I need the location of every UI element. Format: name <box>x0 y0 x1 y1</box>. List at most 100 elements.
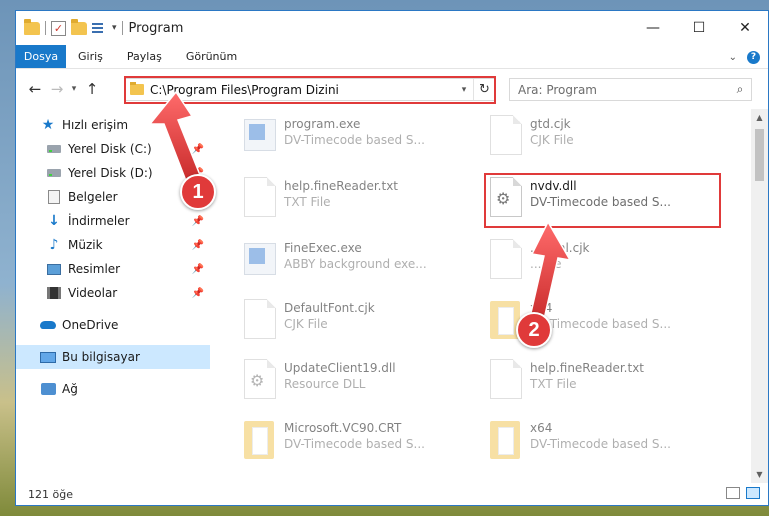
sidebar-item-network[interactable]: Ağ <box>16 377 210 401</box>
file-item-x64-2[interactable]: x64 DV-Timecode based S... <box>484 417 724 469</box>
scroll-thumb[interactable] <box>755 129 764 181</box>
expand-ribbon-icon[interactable]: ⌄ <box>729 52 737 63</box>
tab-share[interactable]: Paylaş <box>115 45 174 68</box>
file-type: TXT File <box>530 377 577 391</box>
callout-badge-2: 2 <box>516 312 552 348</box>
file-name: help.fineReader.txt <box>530 361 644 375</box>
pin-icon[interactable]: 📌 <box>192 264 204 275</box>
onedrive-icon <box>40 318 56 332</box>
divider <box>121 21 123 35</box>
file-name: Microsoft.VC90.CRT <box>284 421 402 435</box>
tab-view[interactable]: Görünüm <box>174 45 249 68</box>
file-type: DV-Timecode based S... <box>530 195 671 209</box>
callout-badge-1: 1 <box>180 174 216 210</box>
list-properties-icon[interactable] <box>92 21 107 36</box>
file-item-microsoft-vc90-crt[interactable]: Microsoft.VC90.CRT DV-Timecode based S..… <box>238 417 478 469</box>
file-item-gtd-cjk[interactable]: gtd.cjk CJK File <box>484 113 724 165</box>
forward-arrow-icon[interactable]: → <box>46 80 68 98</box>
scroll-down-icon[interactable]: ▼ <box>751 466 768 483</box>
sidebar-item-onedrive[interactable]: OneDrive <box>16 313 210 337</box>
customize-dropdown-icon[interactable]: ▾ <box>112 23 117 33</box>
back-arrow-icon[interactable]: ← <box>24 80 46 98</box>
file-name: x64 <box>530 301 553 315</box>
new-folder-icon[interactable] <box>71 18 87 35</box>
file-name: program.exe <box>284 117 361 131</box>
file-item-help-finereader[interactable]: help.fineReader.txt TXT File <box>238 175 478 227</box>
tab-file[interactable]: Dosya <box>16 45 66 68</box>
file-item-defaultfont-cjk[interactable]: DefaultFont.cjk CJK File <box>238 297 478 349</box>
close-button[interactable]: ✕ <box>722 11 768 45</box>
file-name: help.fineReader.txt <box>284 179 398 193</box>
details-view-icon[interactable] <box>726 487 740 499</box>
file-item-updateclient19-dll[interactable]: ⚙ UpdateClient19.dll Resource DLL <box>238 357 478 409</box>
search-input[interactable] <box>510 82 729 97</box>
scroll-up-icon[interactable]: ▲ <box>751 109 768 126</box>
file-type: DV-Timecode based S... <box>284 133 425 147</box>
folder-icon[interactable] <box>24 18 40 35</box>
file-name: ...html.cjk <box>530 241 590 255</box>
minimize-button[interactable]: — <box>630 11 676 45</box>
dll-gear-icon: ⚙ <box>238 357 278 403</box>
sidebar-item-label: İndirmeler <box>68 214 130 228</box>
sidebar-item-pictures[interactable]: Resimler 📌 <box>16 257 210 281</box>
sidebar-item-music[interactable]: ♪ Müzik 📌 <box>16 233 210 257</box>
sidebar-item-local-disk-d[interactable]: Yerel Disk (D:) 📌 <box>16 161 210 185</box>
content-area: ★ Hızlı erişim Yerel Disk (C:) 📌 Yerel D… <box>16 109 768 483</box>
sidebar-item-videos[interactable]: Videolar 📌 <box>16 281 210 305</box>
address-dropdown-icon[interactable]: ▾ <box>455 85 473 95</box>
file-name: nvdv.dll <box>530 179 577 193</box>
large-icons-view-icon[interactable] <box>746 487 760 499</box>
pin-icon[interactable]: 📌 <box>192 240 204 251</box>
drive-icon <box>46 166 62 180</box>
pin-icon[interactable]: 📌 <box>192 144 204 155</box>
file-item-fineexec-exe[interactable]: FineExec.exe ABBY background exe... <box>238 237 478 289</box>
address-path[interactable]: C:\Program Files\Program Dizini <box>150 83 455 97</box>
maximize-button[interactable]: ☐ <box>676 11 722 45</box>
sidebar-item-label: Bu bilgisayar <box>62 350 140 364</box>
sidebar-item-downloads[interactable]: ↓ İndirmeler 📌 <box>16 209 210 233</box>
sidebar-item-label: Yerel Disk (D:) <box>68 166 153 180</box>
address-row: ← → ▾ ↑ C:\Program Files\Program Dizini … <box>16 69 768 109</box>
folder-doc-icon <box>238 417 278 463</box>
file-item-help-finereader-2[interactable]: help.fineReader.txt TXT File <box>484 357 724 409</box>
pin-icon[interactable]: 📌 <box>192 288 204 299</box>
download-icon: ↓ <box>48 213 60 229</box>
sidebar-item-label: Belgeler <box>68 190 118 204</box>
file-type: DV-Timecode based S... <box>284 437 425 451</box>
tab-home[interactable]: Giriş <box>66 45 115 68</box>
help-icon[interactable]: ? <box>747 50 760 64</box>
file-name: gtd.cjk <box>530 117 571 131</box>
navigation-pane: ★ Hızlı erişim Yerel Disk (C:) 📌 Yerel D… <box>16 109 212 483</box>
sidebar-item-this-pc[interactable]: Bu bilgisayar <box>16 345 210 369</box>
computer-icon <box>40 350 56 364</box>
file-item-html-cjk[interactable]: ...html.cjk ...File <box>484 237 724 289</box>
up-arrow-icon[interactable]: ↑ <box>80 80 104 98</box>
documents-icon <box>46 190 62 204</box>
window-title: Program <box>128 20 184 36</box>
properties-check-icon[interactable]: ✓ <box>51 20 66 36</box>
ribbon-tabs: Dosya Giriş Paylaş Görünüm ⌄ ? <box>16 45 768 69</box>
pin-icon[interactable]: 📌 <box>192 216 204 227</box>
sidebar-item-quick-access[interactable]: ★ Hızlı erişim <box>16 113 210 137</box>
file-type: ...File <box>530 257 562 271</box>
file-list: program.exe DV-Timecode based S... gtd.c… <box>226 109 750 483</box>
refresh-icon[interactable]: ↻ <box>473 79 495 100</box>
vertical-scrollbar[interactable]: ▲ ▼ <box>751 109 768 483</box>
document-icon <box>238 175 278 221</box>
recent-locations-dropdown-icon[interactable]: ▾ <box>68 84 80 94</box>
address-bar[interactable]: C:\Program Files\Program Dizini ▾ ↻ <box>124 78 496 101</box>
exe-icon <box>238 113 278 159</box>
search-icon[interactable]: ⌕ <box>729 82 751 97</box>
title-bar: ✓ ▾ Program — ☐ ✕ <box>16 11 768 45</box>
ribbon-right: ⌄ ? <box>729 45 760 69</box>
folder-icon <box>130 82 144 95</box>
file-item-nvdv-dll[interactable]: ⚙ nvdv.dll DV-Timecode based S... <box>484 175 724 227</box>
sidebar-item-local-disk-c[interactable]: Yerel Disk (C:) 📌 <box>16 137 210 161</box>
file-type: TXT File <box>284 195 331 209</box>
sidebar-item-label: Yerel Disk (C:) <box>68 142 152 156</box>
search-box: ⌕ <box>509 78 752 101</box>
file-item-program-exe[interactable]: program.exe DV-Timecode based S... <box>238 113 478 165</box>
file-name: FineExec.exe <box>284 241 362 255</box>
music-icon: ♪ <box>49 237 59 253</box>
drive-icon <box>46 142 62 156</box>
